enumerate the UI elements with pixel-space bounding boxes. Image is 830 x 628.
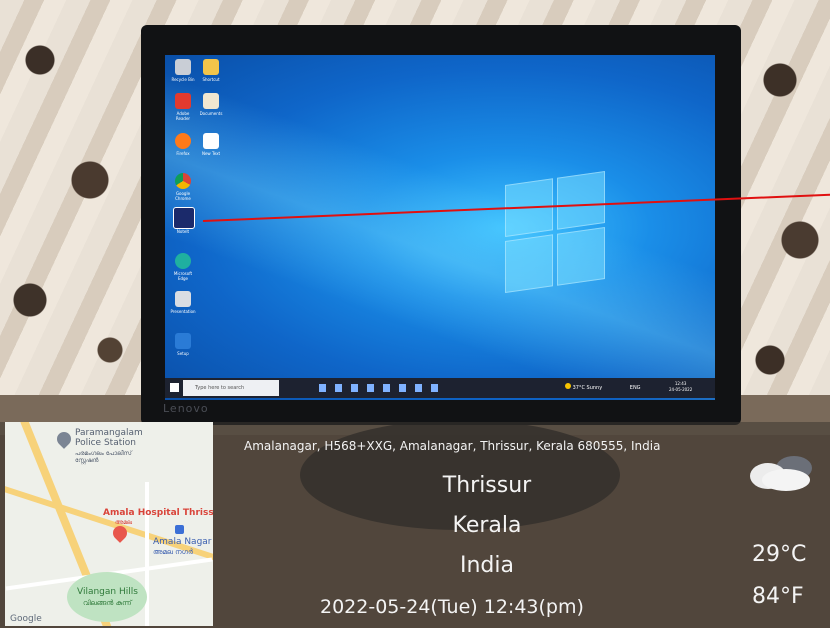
desktop-icon-label: Recycle Bin bbox=[171, 77, 195, 82]
folder-icon[interactable] bbox=[203, 59, 219, 75]
desktop-icon-label: Shortcut bbox=[202, 77, 220, 82]
windows-logo-icon bbox=[505, 170, 605, 295]
capture-datetime: 2022-05-24(Tue) 12:43(pm) bbox=[320, 596, 584, 618]
desktop-icon-label: NoteIt bbox=[176, 229, 190, 234]
temperature-fahrenheit: 84°F bbox=[752, 584, 804, 609]
monitor-brand: Lenovo bbox=[163, 402, 209, 415]
desktop-icon-label: Firefox bbox=[176, 151, 190, 156]
desktop-icon-label: Presentation bbox=[170, 309, 196, 314]
location-map[interactable]: Paramangalam Police Station പരമംഗലം പോലീ… bbox=[5, 422, 213, 626]
desktop-icon-label: Documents bbox=[199, 111, 223, 116]
taskbar-search-input[interactable]: Type here to search bbox=[183, 380, 279, 396]
firefox-icon[interactable] bbox=[175, 133, 191, 149]
map-google-watermark: Google bbox=[10, 614, 42, 624]
presentation-icon[interactable] bbox=[175, 291, 191, 307]
system-tray: 37°C Sunny ENG bbox=[565, 383, 641, 391]
map-park-area bbox=[67, 572, 147, 622]
map-label-police-station: Paramangalam Police Station bbox=[75, 428, 143, 448]
desktop-icon-label: Setup bbox=[177, 351, 189, 356]
start-button-icon[interactable] bbox=[170, 383, 179, 392]
map-label-police-station-ml: പരമംഗലം പോലീസ് സ്റ്റേഷൻ bbox=[75, 450, 132, 464]
address-text: Amalanagar, H568+XXG, Amalanagar, Thriss… bbox=[244, 439, 661, 453]
temperature-celsius: 29°C bbox=[752, 542, 807, 567]
clock-date: 24-05-2022 bbox=[669, 387, 693, 392]
map-label-hills: Vilangan Hills bbox=[77, 587, 138, 597]
map-label-bus-stop: Amala Nagar bbox=[153, 537, 212, 547]
city-name: Thrissur bbox=[442, 473, 532, 498]
country-name: India bbox=[460, 553, 514, 578]
chrome-icon[interactable] bbox=[175, 173, 191, 189]
desktop-icon-label: Microsoft Edge bbox=[173, 271, 193, 281]
bus-stop-icon[interactable] bbox=[175, 525, 184, 534]
desktop-screen: Recycle Bin Shortcut Adobe Reader Docume… bbox=[165, 55, 715, 400]
tray-weather: 37°C Sunny bbox=[572, 385, 603, 391]
map-label-hospital-ml: അമല bbox=[115, 519, 133, 526]
weather-sun-icon bbox=[565, 383, 571, 389]
windows-taskbar: Type here to search 37°C Sunny ENG 12:43… bbox=[165, 378, 715, 398]
state-name: Kerala bbox=[452, 513, 522, 538]
desktop-icon-label: New Text bbox=[201, 151, 221, 156]
desktop-icon-label: Adobe Reader bbox=[175, 111, 191, 121]
setup-icon[interactable] bbox=[175, 333, 191, 349]
text-file-icon[interactable] bbox=[203, 133, 219, 149]
photo-scene: Lenovo Recycle Bin Shortcut Adobe Reader… bbox=[0, 0, 830, 628]
map-label-hospital: Amala Hospital Thrissur bbox=[103, 508, 213, 518]
taskbar-clock[interactable]: 12:43 24-05-2022 bbox=[669, 381, 692, 393]
cloud-icon bbox=[750, 456, 812, 491]
taskbar-pinned-apps bbox=[319, 384, 439, 392]
map-label-hills-ml: വിലങ്ങൻ കുന്ന് bbox=[83, 599, 132, 607]
desktop-icon-label: Google Chrome bbox=[175, 191, 191, 201]
edge-icon[interactable] bbox=[175, 253, 191, 269]
tray-language[interactable]: ENG bbox=[630, 385, 641, 391]
document-icon[interactable] bbox=[203, 93, 219, 109]
app-logo-icon[interactable] bbox=[173, 207, 195, 229]
wallpaper-light-beams bbox=[165, 55, 715, 400]
map-road bbox=[145, 482, 149, 626]
map-label-bus-stop-ml: അമല നഗർ bbox=[153, 548, 193, 556]
recycle-bin-icon[interactable] bbox=[175, 59, 191, 75]
police-station-pin-icon[interactable] bbox=[54, 429, 74, 449]
pdf-reader-icon[interactable] bbox=[175, 93, 191, 109]
